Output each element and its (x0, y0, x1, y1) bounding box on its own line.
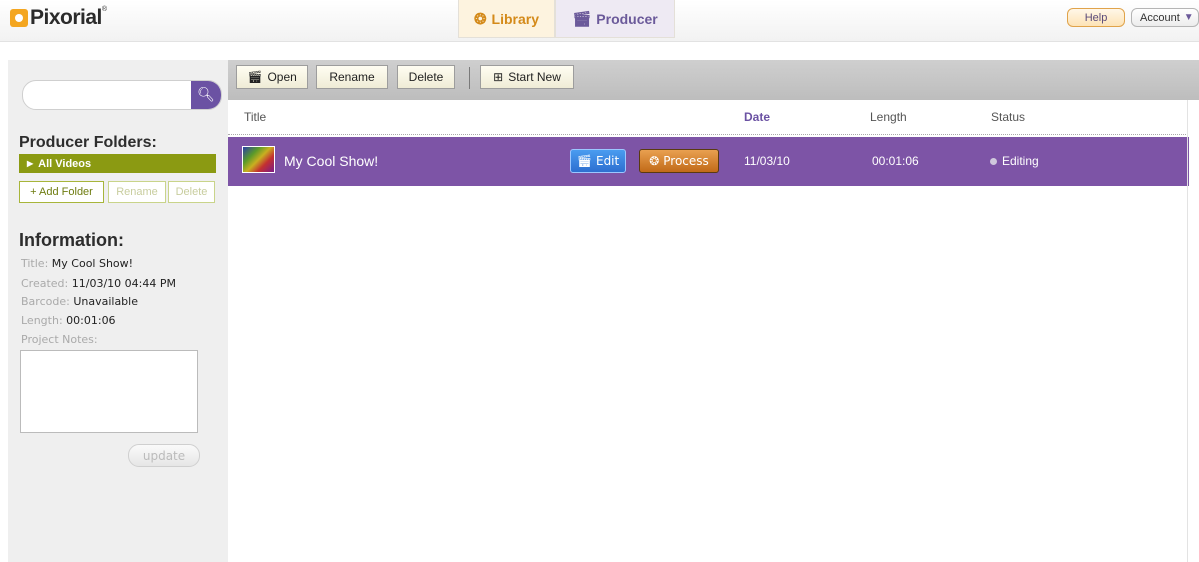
search-button[interactable]: 🔍︎ (191, 81, 221, 109)
rename-button[interactable]: Rename (316, 65, 388, 89)
tab-producer-label: Producer (596, 10, 658, 27)
account-menu-button[interactable]: Account ▼ (1131, 8, 1199, 27)
row-length: 00:01:06 (872, 154, 919, 168)
folder-item-label: All Videos (38, 157, 92, 170)
info-title-label: Title: (21, 257, 49, 270)
clapboard-icon: 🎬︎ (572, 10, 592, 28)
clapboard-icon: 🎬︎ (247, 70, 263, 84)
column-header-title[interactable]: Title (244, 110, 266, 124)
triangle-right-icon: ▶ (27, 159, 34, 168)
add-folder-button[interactable]: + Add Folder (19, 181, 104, 203)
row-status-label: Editing (1002, 154, 1039, 168)
column-header-length[interactable]: Length (870, 110, 907, 124)
info-length-label: Length: (21, 314, 63, 327)
tab-producer[interactable]: 🎬︎ Producer (555, 0, 675, 38)
search-box: 🔍︎ (22, 80, 222, 110)
project-notes-label: Project Notes: (21, 333, 98, 346)
info-barcode: Barcode: Unavailable (21, 295, 138, 308)
pixorial-logo[interactable]: Pixorial® (10, 6, 107, 30)
search-icon: 🔍︎ (197, 87, 215, 103)
process-label: Process (663, 154, 709, 168)
logo-mark-icon (10, 9, 28, 27)
info-title: Title: My Cool Show! (21, 257, 133, 270)
table-row[interactable]: My Cool Show! 🎬︎ Edit ❂ Process 11/03/10… (228, 137, 1189, 186)
sidebar: 🔍︎ Producer Folders: ▶ All Videos + Add … (8, 60, 228, 562)
folder-item-all-videos[interactable]: ▶ All Videos (19, 154, 216, 173)
row-date: 11/03/10 (744, 154, 790, 168)
tab-library[interactable]: ❂ Library (458, 0, 555, 38)
clapboard-icon: 🎬︎ (576, 154, 592, 168)
row-status: Editing (990, 154, 1039, 168)
scrollbar-track[interactable] (1187, 100, 1188, 562)
information-heading: Information: (19, 230, 124, 250)
tab-library-label: Library (491, 10, 540, 27)
delete-button[interactable]: Delete (397, 65, 455, 89)
start-new-label: Start New (508, 70, 561, 84)
rename-folder-button[interactable]: Rename (108, 181, 166, 203)
info-title-value: My Cool Show! (51, 257, 134, 270)
delete-folder-button[interactable]: Delete (168, 181, 215, 203)
column-header-status[interactable]: Status (991, 110, 1025, 124)
update-button[interactable]: update (128, 444, 200, 467)
video-thumbnail (242, 146, 275, 173)
info-barcode-value: Unavailable (73, 295, 138, 308)
info-barcode-label: Barcode: (21, 295, 70, 308)
open-label: Open (267, 70, 297, 84)
column-header-date[interactable]: Date (744, 110, 770, 124)
edit-label: Edit (595, 154, 620, 168)
info-created-label: Created: (21, 277, 69, 290)
account-label: Account (1140, 11, 1180, 24)
project-notes-field[interactable] (20, 350, 198, 433)
brand-name: Pixorial® (30, 6, 107, 29)
info-created: Created: 11/03/10 04:44 PM (21, 277, 176, 290)
plus-box-icon: ⊞ (493, 70, 504, 84)
chevron-down-icon: ▼ (1183, 12, 1194, 23)
process-button[interactable]: ❂ Process (639, 149, 719, 173)
info-length-value: 00:01:06 (66, 314, 116, 327)
start-new-button[interactable]: ⊞ Start New (480, 65, 574, 89)
film-reel-icon: ❂ (649, 154, 660, 168)
help-button[interactable]: Help (1067, 8, 1125, 27)
toolbar-divider (469, 67, 470, 89)
film-reel-icon: ❂ (473, 10, 487, 28)
row-title: My Cool Show! (284, 153, 379, 169)
open-button[interactable]: 🎬︎ Open (236, 65, 308, 89)
toolbar: 🎬︎ Open Rename Delete ⊞ Start New (228, 60, 1199, 100)
edit-button[interactable]: 🎬︎ Edit (570, 149, 626, 173)
top-bar: Pixorial® ❂ Library 🎬︎ Producer Help Acc… (0, 0, 1199, 42)
producer-folders-heading: Producer Folders: (19, 134, 157, 151)
info-created-value: 11/03/10 04:44 PM (71, 277, 176, 290)
info-length: Length: 00:01:06 (21, 314, 116, 327)
search-input[interactable] (31, 85, 191, 105)
table-header: Title Date Length Status (228, 100, 1188, 135)
status-dot-icon (990, 158, 997, 166)
